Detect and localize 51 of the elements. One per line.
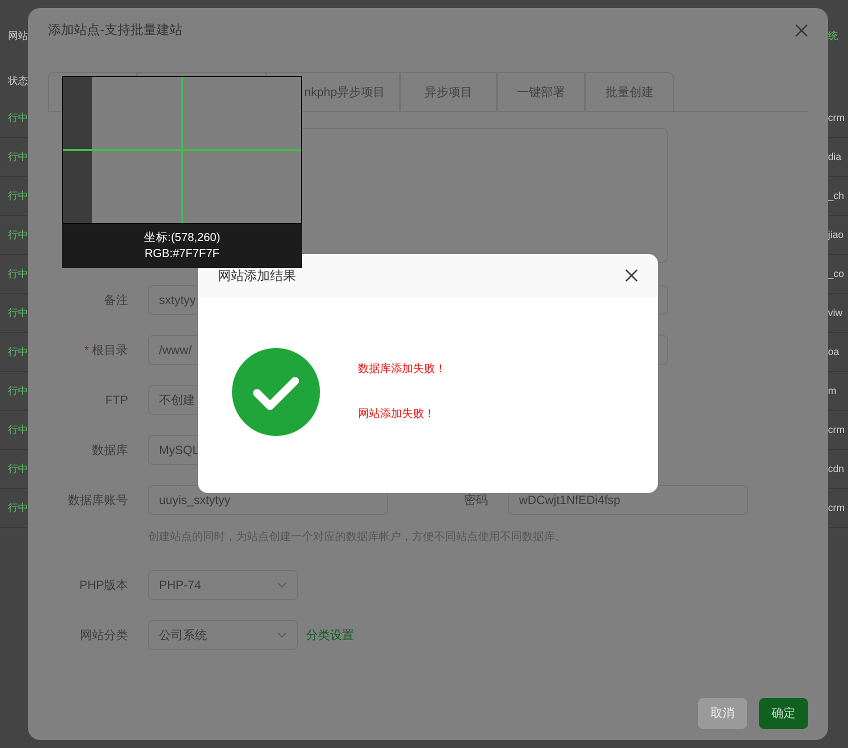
site-name: _co bbox=[828, 268, 844, 280]
tab[interactable]: 批量创建 bbox=[585, 72, 674, 111]
error-message: 网站添加失败！ bbox=[358, 407, 436, 422]
tab[interactable]: 异步项目 bbox=[400, 72, 497, 111]
field-label: * 根目录 bbox=[83, 342, 128, 358]
site-name: dia bbox=[828, 152, 842, 162]
category-settings-link[interactable]: 分类设置 bbox=[306, 626, 354, 644]
dialog-title: 网站添加结果 bbox=[218, 266, 296, 284]
status-text: 行中 bbox=[8, 424, 28, 437]
site-name: crm bbox=[828, 502, 845, 514]
site-name: crm bbox=[828, 112, 845, 124]
field-label: 数据库账号 bbox=[67, 492, 128, 508]
status-text: 行中 bbox=[8, 384, 28, 398]
site-name: jiao bbox=[828, 230, 844, 240]
cancel-button[interactable]: 取消 bbox=[698, 698, 747, 729]
status-text: 行中 bbox=[8, 112, 28, 125]
tab[interactable]: 一键部署 bbox=[497, 72, 585, 111]
status-text: 行中 bbox=[8, 346, 28, 359]
site-name: m bbox=[828, 386, 836, 396]
coordinates-text: 坐标:(578,260) bbox=[144, 231, 220, 245]
column-header: 状态 bbox=[8, 74, 28, 89]
chevron-down-icon bbox=[277, 632, 287, 638]
error-message: 数据库添加失败！ bbox=[358, 362, 446, 377]
column-header: 网站 bbox=[8, 30, 28, 44]
rgb-text: RGB:#7F7F7F bbox=[144, 247, 220, 261]
field-label: 备注 bbox=[103, 292, 128, 308]
site-name: crm bbox=[828, 424, 845, 436]
success-check-icon bbox=[232, 348, 320, 436]
site-name: _ch bbox=[828, 190, 844, 202]
close-icon[interactable] bbox=[625, 269, 638, 282]
field-label: 密码 bbox=[463, 492, 488, 508]
status-text: 行中 bbox=[8, 190, 28, 203]
status-text: 行中 bbox=[8, 268, 28, 281]
status-text: 行中 bbox=[8, 150, 28, 164]
chevron-down-icon bbox=[277, 582, 287, 588]
status-text: 行中 bbox=[8, 306, 28, 320]
field-label: PHP版本 bbox=[78, 576, 128, 594]
field-label: 数据库 bbox=[91, 442, 128, 458]
confirm-button[interactable]: 确定 bbox=[759, 698, 808, 729]
status-text: 行中 bbox=[8, 228, 28, 242]
column-header: 统 bbox=[828, 30, 838, 44]
status-text: 行中 bbox=[8, 462, 28, 476]
status-text: 行中 bbox=[8, 502, 28, 515]
php-version-select[interactable]: PHP-74 bbox=[148, 570, 298, 600]
site-name: cdn bbox=[828, 464, 844, 474]
site-name: oa bbox=[828, 346, 840, 358]
category-select[interactable]: 公司系统 bbox=[148, 620, 298, 650]
dialog-title: 添加站点-支持批量建站 bbox=[48, 21, 182, 39]
field-label: FTP bbox=[104, 393, 128, 407]
field-label: 网站分类 bbox=[79, 626, 128, 644]
site-name: viw bbox=[828, 308, 842, 318]
